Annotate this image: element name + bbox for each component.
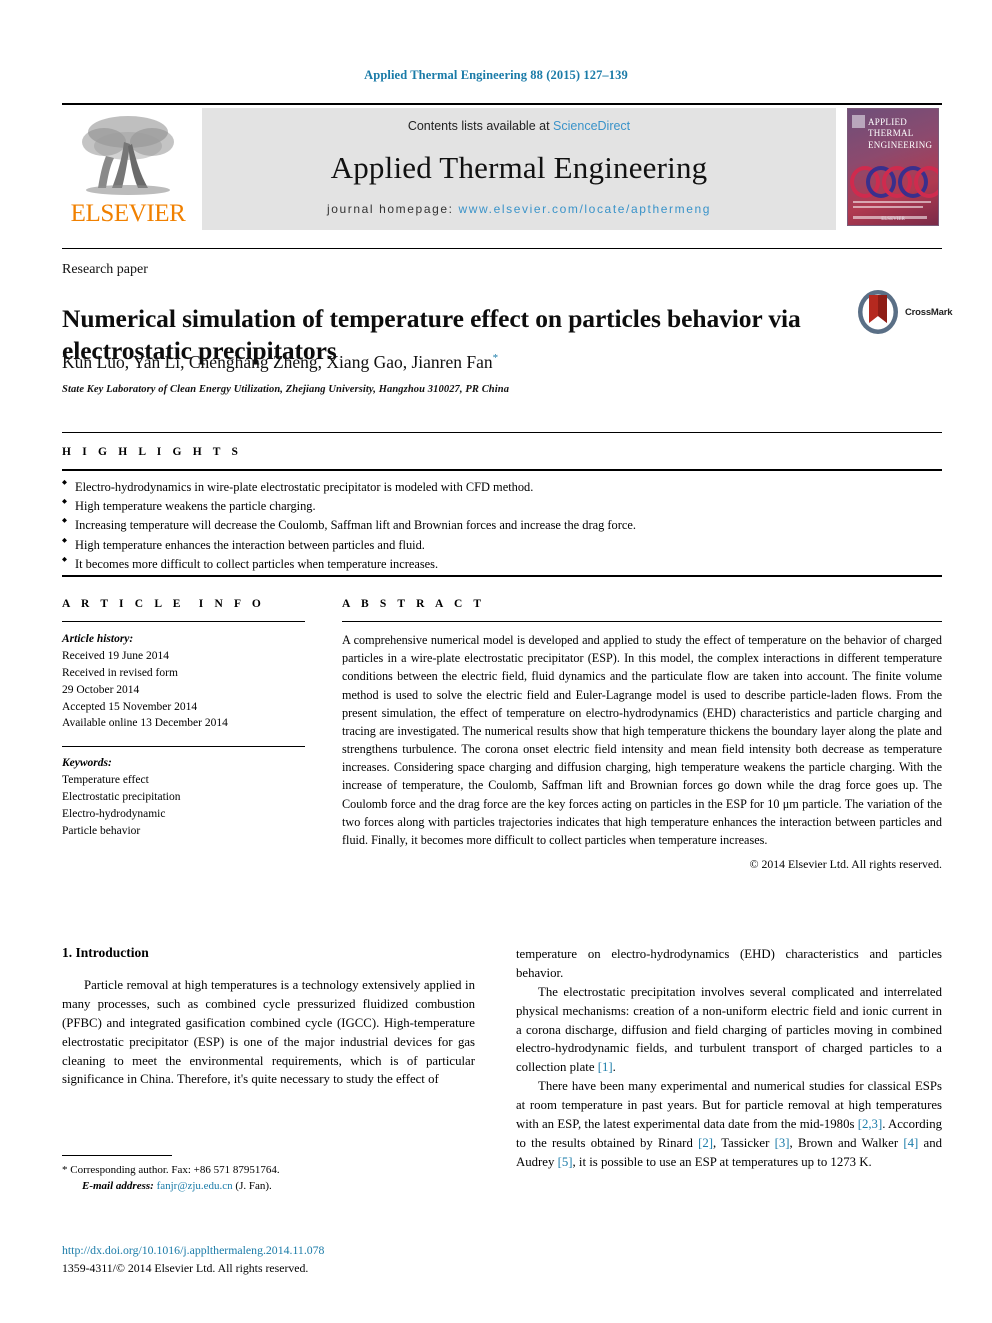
doi-link[interactable]: http://dx.doi.org/10.1016/j.applthermale… xyxy=(62,1242,562,1260)
keywords-rule xyxy=(62,746,305,748)
affiliation: State Key Laboratory of Clean Energy Uti… xyxy=(62,384,510,395)
cover-title-line3: ENGINEERING xyxy=(868,139,933,150)
title-divider-top xyxy=(62,248,942,249)
cover-title-line2: THERMAL xyxy=(868,128,914,139)
footnote-rule xyxy=(62,1155,172,1156)
footnote-line-1: * Corresponding author. Fax: +86 571 879… xyxy=(62,1162,475,1178)
article-info-heading: A R T I C L E I N F O xyxy=(62,598,266,610)
citation-link[interactable]: [1] xyxy=(598,1060,613,1074)
article-history-item: 29 October 2014 xyxy=(62,683,140,696)
sciencedirect-link[interactable]: ScienceDirect xyxy=(553,119,630,133)
journal-article-page: Applied Thermal Engineering 88 (2015) 12… xyxy=(0,0,992,1323)
footnote-marker: * xyxy=(62,1164,68,1176)
highlights-heading: H I G H L I G H T S xyxy=(62,446,243,458)
contents-available-line: Contents lists available at ScienceDirec… xyxy=(408,119,630,133)
masthead-center: Contents lists available at ScienceDirec… xyxy=(202,108,836,230)
paragraph-text: , Brown and Walker xyxy=(789,1135,904,1150)
article-history-label: Article history: xyxy=(62,633,134,645)
homepage-prefix: journal homepage: xyxy=(326,202,454,216)
elsevier-logo: ELSEVIER xyxy=(62,108,194,230)
doi-footer: http://dx.doi.org/10.1016/j.applthermale… xyxy=(62,1242,562,1277)
article-history-item: Accepted 15 November 2014 xyxy=(62,700,198,713)
keyword-item: Electrostatic precipitation xyxy=(62,791,181,804)
contents-prefix: Contents lists available at xyxy=(407,119,550,133)
author-names: Kun Luo, Yan Li, Chenghang Zheng, Xiang … xyxy=(62,352,493,372)
crossmark-badge[interactable]: CrossMark xyxy=(856,288,953,336)
homepage-url-link[interactable]: www.elsevier.com/locate/apthermeng xyxy=(459,202,712,216)
highlights-divider-bottom xyxy=(62,469,942,471)
list-item: It becomes more difficult to collect par… xyxy=(62,555,942,574)
list-item: Increasing temperature will decrease the… xyxy=(62,516,942,535)
citation-link[interactable]: [3] xyxy=(775,1136,790,1150)
crossmark-label: CrossMark xyxy=(905,306,953,318)
keywords-block: Keywords: Temperature effect Electrostat… xyxy=(62,755,305,839)
list-item: High temperature enhances the interactio… xyxy=(62,536,942,555)
journal-title: Applied Thermal Engineering xyxy=(330,149,708,185)
journal-cover-thumbnail: APPLIED THERMAL ENGINEERING ELSEVIER xyxy=(844,108,942,230)
list-item: Electro-hydrodynamics in wire-plate elec… xyxy=(62,478,942,497)
email-address-label: E-mail address: xyxy=(82,1180,154,1193)
cover-footer-text: ELSEVIER xyxy=(881,217,905,222)
abstract-body: A comprehensive numerical model is devel… xyxy=(342,633,942,847)
crossmark-icon xyxy=(856,289,900,335)
article-info-column: A R T I C L E I N F O Article history: R… xyxy=(62,598,305,840)
corresponding-author-footnote: * Corresponding author. Fax: +86 571 879… xyxy=(62,1155,475,1195)
paragraph-text: . xyxy=(612,1060,616,1075)
abstract-copyright: © 2014 Elsevier Ltd. All rights reserved… xyxy=(749,857,942,872)
issn-copyright-line: 1359-4311/© 2014 Elsevier Ltd. All right… xyxy=(62,1260,309,1275)
article-info-rule xyxy=(62,621,305,622)
article-history-item: Received in revised form xyxy=(62,666,178,679)
paragraph-text: , Tassicker xyxy=(713,1135,775,1150)
keyword-item: Electro-hydrodynamic xyxy=(62,808,166,821)
footnote-line-2: E-mail address: fanjr@zju.edu.cn (J. Fan… xyxy=(62,1178,475,1194)
running-head: Applied Thermal Engineering 88 (2015) 12… xyxy=(364,68,628,82)
article-type-label: Research paper xyxy=(62,262,148,277)
citation-link[interactable]: [2] xyxy=(698,1136,713,1150)
email-link[interactable]: fanjr@zju.edu.cn xyxy=(157,1180,233,1192)
email-owner: (J. Fan). xyxy=(235,1180,272,1193)
journal-masthead: ELSEVIER Contents lists available at Sci… xyxy=(62,103,942,230)
paragraph-text: , it is possible to use an ESP at temper… xyxy=(572,1154,872,1169)
abstract-rule xyxy=(342,621,942,622)
citation-link[interactable]: [4] xyxy=(903,1136,918,1150)
article-history-item: Received 19 June 2014 xyxy=(62,649,169,662)
abstract-section-divider xyxy=(62,575,942,577)
paragraph: The electrostatic precipitation involves… xyxy=(516,983,942,1077)
paragraph: There have been many experimental and nu… xyxy=(516,1077,942,1171)
cover-title-line1: APPLIED xyxy=(868,117,908,127)
cover-title-text: APPLIED THERMAL ENGINEERING xyxy=(868,117,932,151)
citation-link[interactable]: [5] xyxy=(558,1155,573,1169)
cover-elsevier-mark-icon xyxy=(852,115,865,128)
section-heading-introduction: 1. Introduction xyxy=(62,945,149,960)
paragraph-text: The electrostatic precipitation involves… xyxy=(516,984,942,1075)
journal-homepage-line: journal homepage: www.elsevier.com/locat… xyxy=(327,202,711,216)
body-column-left: 1. Introduction Particle removal at high… xyxy=(62,945,475,1089)
paragraph: temperature on electro-hydrodynamics (EH… xyxy=(516,947,942,980)
highlights-list: Electro-hydrodynamics in wire-plate elec… xyxy=(62,478,942,574)
article-history-item: Available online 13 December 2014 xyxy=(62,717,228,730)
cover-rings-graphic xyxy=(850,166,938,198)
elsevier-tree-icon xyxy=(78,112,178,200)
author-list: Kun Luo, Yan Li, Chenghang Zheng, Xiang … xyxy=(62,352,862,373)
paragraph: Particle removal at high temperatures is… xyxy=(62,978,475,1087)
highlights-divider-top xyxy=(62,432,942,433)
keywords-label: Keywords: xyxy=(62,757,112,770)
elsevier-wordmark: ELSEVIER xyxy=(70,200,186,227)
corresponding-author-marker[interactable]: * xyxy=(493,352,499,364)
keyword-item: Particle behavior xyxy=(62,824,141,837)
article-history-block: Article history: Received 19 June 2014 R… xyxy=(62,631,305,732)
abstract-heading: A B S T R A C T xyxy=(342,598,486,610)
body-column-right: temperature on electro-hydrodynamics (EH… xyxy=(516,945,942,1172)
citation-link[interactable]: [2,3] xyxy=(858,1117,883,1131)
list-item: High temperature weakens the particle ch… xyxy=(62,497,942,516)
abstract-column: A B S T R A C T A comprehensive numerica… xyxy=(342,598,942,872)
keyword-item: Temperature effect xyxy=(62,774,149,787)
footnote-text: Corresponding author. Fax: +86 571 87951… xyxy=(70,1164,280,1176)
